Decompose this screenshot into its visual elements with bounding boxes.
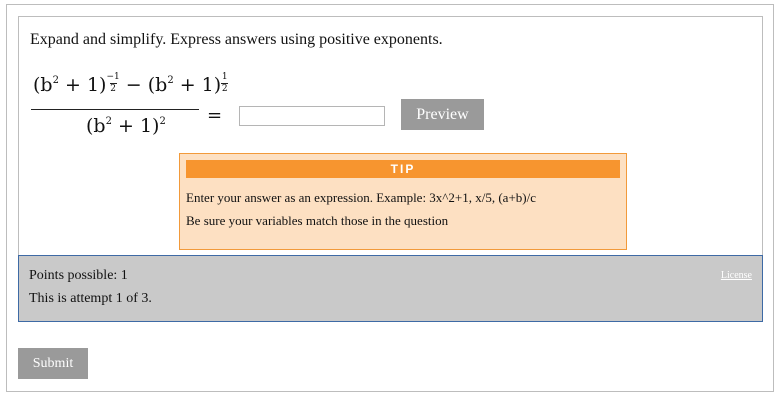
tip-example-text: Enter your answer as an expression. Exam… [186,190,536,205]
numerator-right-exponent: 12 [221,72,229,94]
submit-button[interactable]: Submit [18,348,88,379]
fraction-bar [31,109,199,110]
question-prompt: Expand and simplify. Express answers usi… [30,31,443,48]
numerator-left-exponent-numerator: −1 [106,73,119,82]
numerator-left-base: (b [33,74,53,96]
numerator-left-exponent-denominator: 2 [110,84,116,94]
answer-input[interactable] [239,106,385,126]
info-panel: Points possible: 1 This is attempt 1 of … [18,255,763,322]
numerator-right-exponent-denominator: 2 [221,84,228,94]
numerator-right-base: (b [147,74,168,96]
equals-sign: = [207,105,223,126]
numerator-left-exponent: −1 2 [106,73,119,94]
denominator-exponent: 2 [159,116,166,127]
question-container: Expand and simplify. Express answers usi… [6,4,774,392]
points-possible: Points possible: 1 [29,268,128,283]
numerator-left-exponent-sign: − [106,72,114,82]
numerator-right-rest: + 1) [173,74,222,96]
numerator-right-inner-exponent: 2 [167,75,174,86]
attempt-counter: This is attempt 1 of 3. [29,291,152,306]
math-expression: (b2 + 1) −1 2 − (b2 + 1) 1 2 (b2 + 1)2 [31,71,229,137]
tip-box: TIP Enter your answer as an expression. … [179,153,627,250]
fraction-numerator: (b2 + 1) −1 2 − (b2 + 1) 1 2 [33,72,229,96]
question-panel: Expand and simplify. Express answers usi… [18,16,763,256]
numerator-right-exponent-numerator: 1 [221,72,228,82]
numerator-left-rest: + 1) [58,74,107,96]
tip-heading: TIP [186,160,620,178]
denominator-rest: + 1) [111,115,160,137]
tip-variables-text: Be sure your variables match those in th… [186,213,449,228]
license-link[interactable]: License [721,270,752,281]
denominator-base: (b [86,115,106,137]
minus-operator: − [119,74,148,96]
preview-button[interactable]: Preview [401,99,484,130]
denominator-inner-exponent: 2 [105,116,112,127]
numerator-left-inner-exponent: 2 [52,75,59,86]
fraction-denominator: (b2 + 1)2 [86,115,166,137]
